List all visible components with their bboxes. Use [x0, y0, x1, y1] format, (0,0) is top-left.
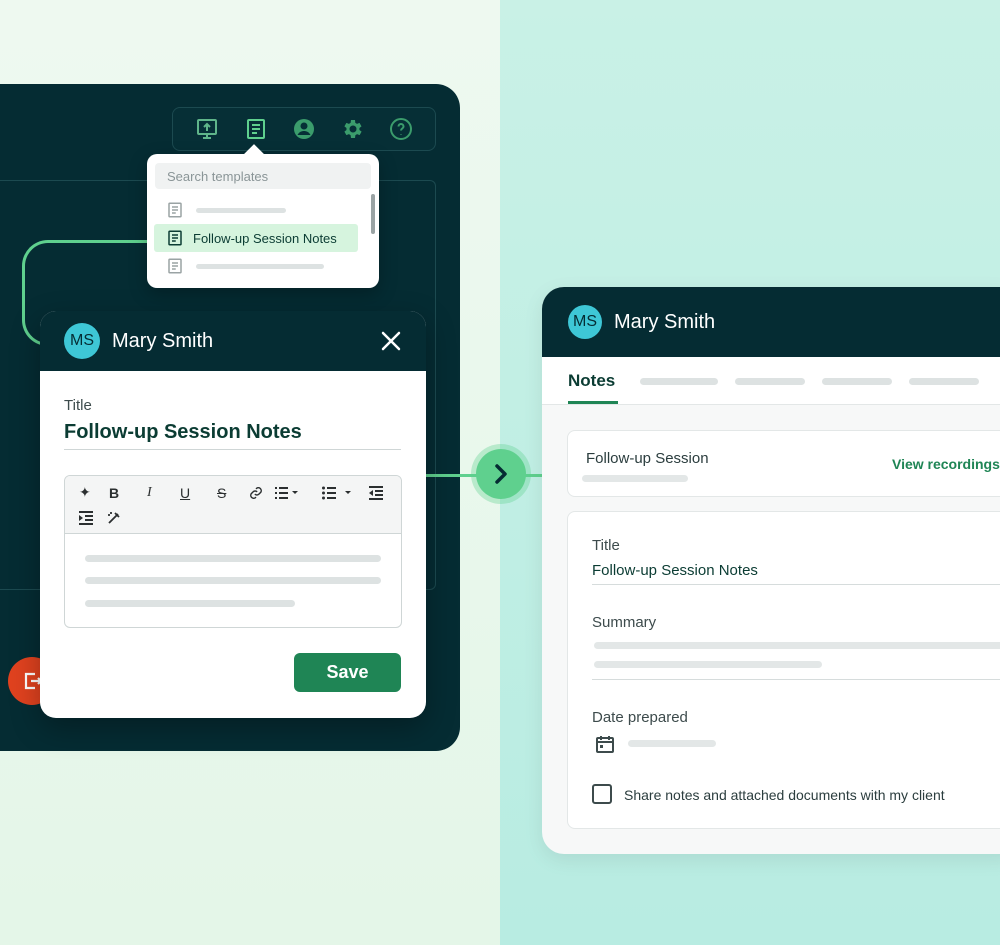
editor-text-placeholder — [85, 600, 295, 607]
dropdown-scrollbar[interactable] — [371, 194, 375, 234]
outdent-icon[interactable] — [369, 486, 383, 500]
template-search-input[interactable]: Search templates — [155, 163, 371, 189]
gear-icon[interactable] — [339, 116, 365, 142]
save-button[interactable]: Save — [294, 653, 401, 692]
calendar-icon[interactable] — [595, 734, 615, 754]
help-icon[interactable] — [388, 116, 414, 142]
template-icon[interactable] — [243, 116, 269, 142]
client-notes-panel: MS Mary Smith Notes Follow-up Session Vi… — [542, 287, 1000, 854]
date-label: Date prepared — [592, 709, 688, 726]
template-dropdown: Search templates Follow-up Session Notes — [147, 154, 379, 288]
tab-placeholder[interactable] — [822, 378, 892, 385]
summary-placeholder — [594, 642, 1000, 649]
bullet-list-icon[interactable] — [322, 486, 354, 500]
clear-format-icon[interactable] — [107, 511, 121, 525]
title-underline — [64, 449, 401, 450]
date-placeholder[interactable] — [628, 740, 716, 747]
app-toolbar — [172, 107, 436, 151]
bold-button[interactable]: B — [109, 485, 119, 501]
session-title: Follow-up Session — [586, 450, 709, 467]
template-option[interactable] — [154, 196, 358, 224]
document-icon — [168, 258, 182, 274]
editor-toolbar: ✦ B I U S — [65, 476, 401, 534]
italic-button[interactable]: I — [147, 485, 152, 501]
editor-text-placeholder — [85, 577, 381, 584]
share-checkbox[interactable] — [592, 784, 612, 804]
template-option-placeholder — [196, 207, 286, 213]
summary-placeholder — [594, 661, 822, 668]
title-input[interactable]: Follow-up Session Notes — [64, 421, 302, 444]
tab-notes[interactable]: Notes — [568, 371, 615, 391]
summary-label: Summary — [592, 614, 657, 631]
avatar: MS — [568, 305, 602, 339]
close-icon[interactable] — [380, 330, 402, 352]
tab-placeholder[interactable] — [735, 378, 805, 385]
strikethrough-button[interactable]: S — [217, 485, 226, 501]
underline-button[interactable]: U — [180, 485, 190, 501]
template-option-label: Follow-up Session Notes — [193, 230, 337, 246]
title-label: Title — [592, 537, 620, 554]
template-option-selected[interactable]: Follow-up Session Notes — [154, 224, 358, 252]
avatar: MS — [64, 323, 100, 359]
ai-sparkle-icon[interactable]: ✦ — [79, 484, 91, 501]
note-editor-modal: MS Mary Smith Title Follow-up Session No… — [40, 311, 426, 718]
next-arrow-button[interactable] — [476, 449, 526, 499]
indent-icon[interactable] — [79, 511, 93, 525]
template-option-placeholder — [196, 263, 324, 269]
document-icon — [168, 202, 182, 218]
ordered-list-icon[interactable] — [275, 486, 299, 500]
active-tab-indicator — [568, 401, 618, 404]
template-option[interactable] — [154, 252, 358, 280]
divider — [592, 584, 1000, 585]
panel-header: MS Mary Smith — [542, 287, 1000, 357]
share-label: Share notes and attached documents with … — [624, 787, 945, 803]
screen-share-icon[interactable] — [194, 116, 220, 142]
document-icon — [168, 230, 182, 246]
editor-text-placeholder — [85, 555, 381, 562]
tab-placeholder[interactable] — [640, 378, 718, 385]
tab-bar: Notes — [542, 357, 1000, 405]
session-meta-placeholder — [582, 475, 688, 482]
client-name: Mary Smith — [614, 310, 716, 333]
client-name: Mary Smith — [112, 329, 214, 352]
view-recordings-link[interactable]: View recordings — [892, 456, 1000, 472]
tab-placeholder[interactable] — [909, 378, 979, 385]
link-icon[interactable] — [249, 486, 263, 500]
user-icon[interactable] — [291, 116, 317, 142]
chevron-right-icon — [495, 464, 507, 484]
session-card: Follow-up Session View recordings — [567, 430, 1000, 497]
modal-header: MS Mary Smith — [40, 311, 426, 371]
title-label: Title — [64, 397, 92, 414]
title-value[interactable]: Follow-up Session Notes — [592, 562, 758, 579]
notes-form: Title Follow-up Session Notes Summary Da… — [567, 511, 1000, 829]
divider — [592, 679, 1000, 680]
rich-text-editor[interactable]: ✦ B I U S — [64, 475, 402, 628]
